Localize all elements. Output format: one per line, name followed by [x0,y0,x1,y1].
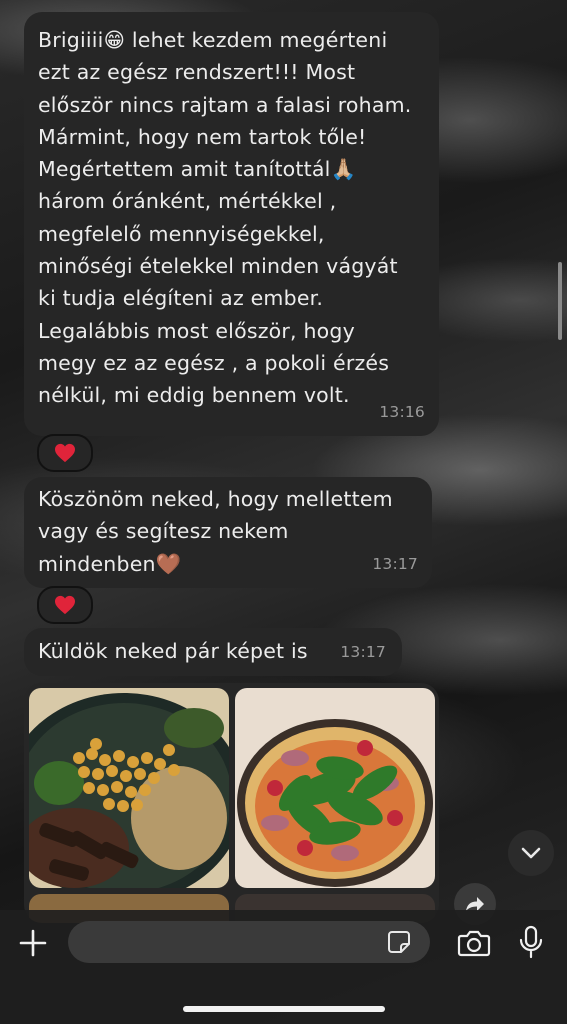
photo-album[interactable] [24,683,439,923]
incoming-message[interactable]: Brigiiii😁 lehet kezdem megérteni ezt az … [24,12,439,436]
incoming-message[interactable]: Küldök neked pár képet is 13:17 [24,628,402,676]
microphone-icon [519,925,543,959]
photo-image [29,688,229,888]
message-timestamp: 13:16 [379,402,425,421]
heart-icon [55,443,75,463]
message-text: Brigiiii😁 lehet kezdem megérteni ezt az … [38,28,412,408]
plus-icon [19,929,47,957]
sticker-button[interactable] [386,929,412,955]
scrollbar[interactable] [558,262,562,340]
photo-image [235,688,435,888]
chevron-down-icon [521,847,541,859]
voice-message-button[interactable] [516,924,546,960]
incoming-message[interactable]: Köszönöm neked, hogy mellettem vagy és s… [24,477,432,588]
heart-icon [55,595,75,615]
camera-icon [457,930,491,957]
attach-button[interactable] [16,926,50,960]
message-text: Küldök neked pár képet is [38,639,308,663]
sticker-icon [388,931,410,953]
home-indicator[interactable] [183,1006,385,1012]
scroll-to-bottom-button[interactable] [508,830,554,876]
bowl-food-photo[interactable] [29,688,229,888]
reaction-badge[interactable] [37,434,93,472]
camera-button[interactable] [456,928,492,958]
message-timestamp: 13:17 [340,642,386,661]
message-text: Köszönöm neked, hogy mellettem vagy és s… [38,487,393,576]
pizza-photo[interactable] [235,688,435,888]
message-timestamp: 13:17 [372,554,418,573]
message-input[interactable] [68,921,430,963]
reaction-badge[interactable] [37,586,93,624]
message-composer [0,910,567,1024]
